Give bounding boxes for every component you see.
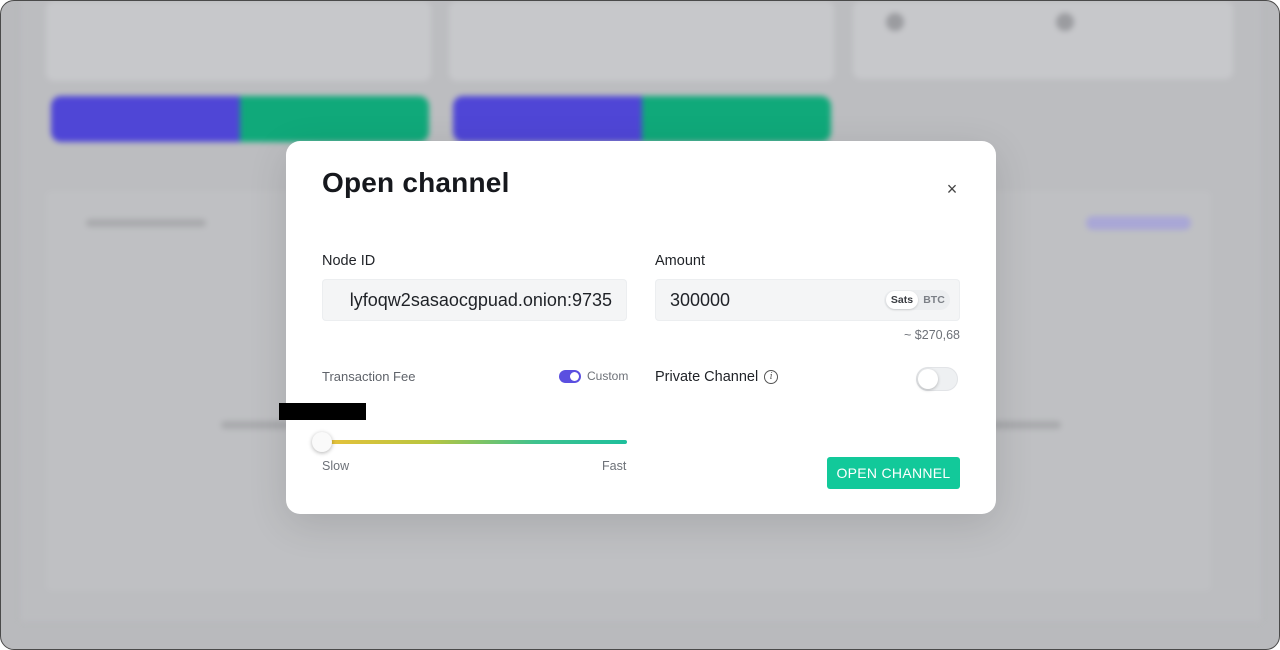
bg-card-2 — [449, 1, 834, 81]
bg-card-1 — [46, 1, 431, 81]
app-window: Open channel × Node ID lyfoqw2sasaocgpua… — [0, 0, 1280, 650]
close-icon: × — [946, 178, 958, 199]
bg-line-2 — [221, 421, 291, 429]
bg-dot-2 — [1056, 13, 1074, 31]
node-id-input[interactable]: lyfoqw2sasaocgpuad.onion:9735 — [322, 279, 627, 321]
bg-line-1 — [86, 219, 206, 227]
bg-action-button-1 — [51, 96, 429, 142]
node-id-label: Node ID — [322, 253, 376, 269]
bg-line-3 — [991, 421, 1061, 429]
fee-slider-track[interactable] — [322, 440, 627, 444]
unit-toggle[interactable]: Sats BTC — [884, 290, 950, 310]
info-icon[interactable]: i — [764, 370, 779, 384]
transaction-fee-label: Transaction Fee — [322, 369, 416, 384]
unit-option-sats[interactable]: Sats — [886, 291, 918, 309]
modal-title: Open channel — [322, 167, 510, 198]
custom-fee-toggle[interactable] — [559, 369, 581, 383]
fee-tooltip — [279, 403, 366, 420]
bg-pill — [1086, 216, 1191, 230]
amount-value: 300000 — [670, 290, 731, 310]
custom-fee-toggle-group: Custom — [559, 369, 628, 383]
custom-fee-label: Custom — [587, 369, 629, 383]
private-channel-toggle[interactable] — [916, 367, 958, 391]
bg-dot-1 — [886, 13, 904, 31]
amount-input[interactable]: 300000 Sats BTC — [655, 279, 960, 321]
unit-option-btc[interactable]: BTC — [918, 291, 950, 309]
bg-action-button-2 — [453, 96, 831, 142]
slider-fast-label: Fast — [602, 459, 627, 473]
private-channel-label: Private Channel — [655, 369, 759, 385]
close-button[interactable]: × — [942, 179, 962, 199]
open-channel-button[interactable]: OPEN CHANNEL — [827, 457, 960, 489]
amount-label: Amount — [655, 253, 705, 269]
node-id-value: lyfoqw2sasaocgpuad.onion:9735 — [349, 290, 612, 310]
fiat-value: ~ $270,68 — [904, 328, 960, 342]
bg-card-3 — [853, 1, 1233, 79]
open-channel-modal: Open channel × Node ID lyfoqw2sasaocgpua… — [279, 141, 996, 514]
private-channel-group: Private Channel i — [655, 369, 779, 385]
slider-slow-label: Slow — [322, 459, 350, 473]
fee-slider-thumb[interactable] — [312, 432, 332, 452]
